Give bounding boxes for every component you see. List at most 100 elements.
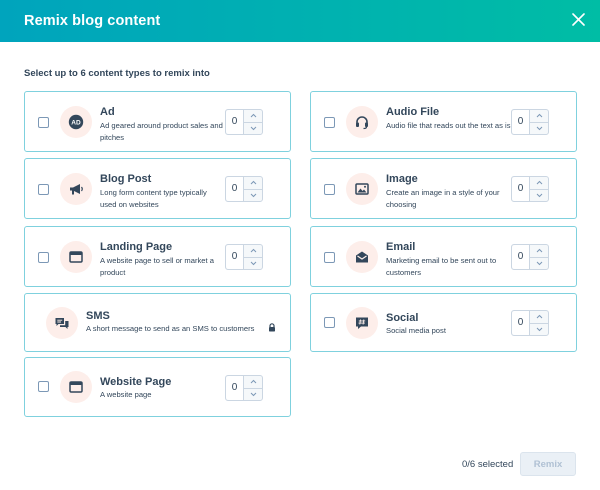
quantity-stepper-ad[interactable]: 0: [225, 109, 263, 135]
envelope-icon: [356, 251, 368, 263]
content-type-card-ad[interactable]: AD Ad Ad geared around product sales and…: [24, 91, 291, 152]
content-type-title: SMS: [86, 310, 110, 322]
chevron-up-icon: [536, 114, 542, 118]
content-type-description: Marketing email to be sent out to custom…: [386, 256, 497, 277]
chevron-down-icon: [250, 126, 256, 130]
checkbox-image[interactable]: [324, 184, 335, 195]
content-type-description: Audio file that reads out the text as is: [386, 121, 511, 130]
checkbox-audio-file[interactable]: [324, 117, 335, 128]
decrement-button[interactable]: [530, 121, 548, 135]
increment-button[interactable]: [530, 245, 548, 257]
decrement-button[interactable]: [244, 121, 262, 135]
increment-button[interactable]: [530, 110, 548, 122]
content-type-card-email[interactable]: Email Marketing email to be sent out to …: [310, 226, 577, 287]
chevron-up-icon: [536, 315, 542, 319]
content-type-title: Landing Page: [100, 241, 173, 253]
close-button[interactable]: [566, 7, 590, 31]
checkbox-email[interactable]: [324, 252, 335, 263]
quantity-stepper-blog-post[interactable]: 0: [225, 176, 263, 202]
decrement-button[interactable]: [530, 188, 548, 202]
ad-badge-icon: AD: [68, 114, 84, 130]
increment-button[interactable]: [530, 177, 548, 189]
website-page-icon-badge: [60, 371, 92, 403]
quantity-stepper-audio-file[interactable]: 0: [511, 109, 549, 135]
chevron-up-icon: [536, 249, 542, 253]
social-icon-badge: [346, 307, 378, 339]
quantity-stepper-image[interactable]: 0: [511, 176, 549, 202]
decrement-button[interactable]: [530, 322, 548, 336]
content-type-title: Audio File: [386, 106, 440, 118]
decrement-button[interactable]: [244, 188, 262, 202]
quantity-stepper-email[interactable]: 0: [511, 244, 549, 270]
content-type-card-audio-file[interactable]: Audio File Audio file that reads out the…: [310, 91, 577, 152]
content-type-title: Website Page: [100, 376, 172, 388]
quantity-value[interactable]: 0: [226, 376, 244, 400]
checkbox-blog-post[interactable]: [38, 184, 49, 195]
checkbox-landing-page[interactable]: [38, 252, 49, 263]
browser-window-icon: [69, 381, 83, 393]
ad-icon-badge: AD: [60, 106, 92, 138]
blog-post-icon-badge: [60, 173, 92, 205]
remix-button[interactable]: Remix: [520, 452, 576, 476]
content-type-description: A website page to sell or market a produ…: [100, 256, 214, 277]
chevron-down-icon: [536, 126, 542, 130]
selected-count: 0/6 selected: [462, 459, 514, 470]
quantity-value[interactable]: 0: [512, 110, 530, 134]
quantity-value[interactable]: 0: [512, 245, 530, 269]
checkbox-social[interactable]: [324, 317, 335, 328]
decrement-button[interactable]: [244, 387, 262, 401]
quantity-value[interactable]: 0: [226, 177, 244, 201]
chat-bubbles-icon: [55, 318, 69, 329]
content-type-description: Create an image in a style of your choos…: [386, 188, 500, 209]
quantity-stepper-social[interactable]: 0: [511, 310, 549, 336]
content-type-description: Long form content type typically used on…: [100, 188, 207, 209]
content-type-card-blog-post[interactable]: Blog Post Long form content type typical…: [24, 158, 291, 219]
content-type-card-social[interactable]: Social Social media post 0: [310, 293, 577, 352]
chevron-up-icon: [250, 114, 256, 118]
content-type-title: Image: [386, 173, 418, 185]
lock-icon: [269, 323, 275, 332]
increment-button[interactable]: [244, 177, 262, 189]
quantity-value[interactable]: 0: [512, 311, 530, 335]
chevron-down-icon: [250, 193, 256, 197]
decrement-button[interactable]: [244, 256, 262, 270]
content-type-card-landing-page[interactable]: Landing Page A website page to sell or m…: [24, 226, 291, 287]
chevron-up-icon: [250, 380, 256, 384]
browser-window-icon: [69, 251, 83, 263]
megaphone-icon: [70, 184, 83, 195]
chevron-down-icon: [536, 327, 542, 331]
content-type-card-sms: SMS A short message to send as an SMS to…: [24, 293, 291, 352]
svg-text:AD: AD: [71, 120, 81, 127]
increment-button[interactable]: [244, 110, 262, 122]
instruction-text: Select up to 6 content types to remix in…: [24, 68, 210, 79]
hashtag-chat-icon: [356, 317, 368, 329]
content-type-card-website-page[interactable]: Website Page A website page 0: [24, 357, 291, 417]
content-type-description: Ad geared around product sales and pitch…: [100, 121, 223, 142]
checkbox-ad[interactable]: [38, 117, 49, 128]
content-type-description: A website page: [100, 390, 152, 399]
audio-file-icon-badge: [346, 106, 378, 138]
decrement-button[interactable]: [530, 256, 548, 270]
quantity-value[interactable]: 0: [512, 177, 530, 201]
content-type-card-image[interactable]: Image Create an image in a style of your…: [310, 158, 577, 219]
content-type-title: Social: [386, 312, 419, 324]
checkbox-website-page[interactable]: [38, 381, 49, 392]
content-type-title: Blog Post: [100, 173, 152, 185]
quantity-stepper-website-page[interactable]: 0: [225, 375, 263, 401]
dialog-header: Remix blog content: [0, 0, 600, 42]
close-icon: [571, 12, 585, 26]
increment-button[interactable]: [530, 311, 548, 323]
content-type-description: Social media post: [386, 326, 446, 335]
chevron-up-icon: [536, 181, 542, 185]
headset-icon: [356, 116, 368, 130]
increment-button[interactable]: [244, 376, 262, 388]
chevron-up-icon: [250, 249, 256, 253]
email-icon-badge: [346, 241, 378, 273]
quantity-value[interactable]: 0: [226, 245, 244, 269]
quantity-stepper-landing-page[interactable]: 0: [225, 244, 263, 270]
quantity-value[interactable]: 0: [226, 110, 244, 134]
chevron-down-icon: [250, 261, 256, 265]
chevron-down-icon: [536, 261, 542, 265]
increment-button[interactable]: [244, 245, 262, 257]
chevron-down-icon: [250, 392, 256, 396]
